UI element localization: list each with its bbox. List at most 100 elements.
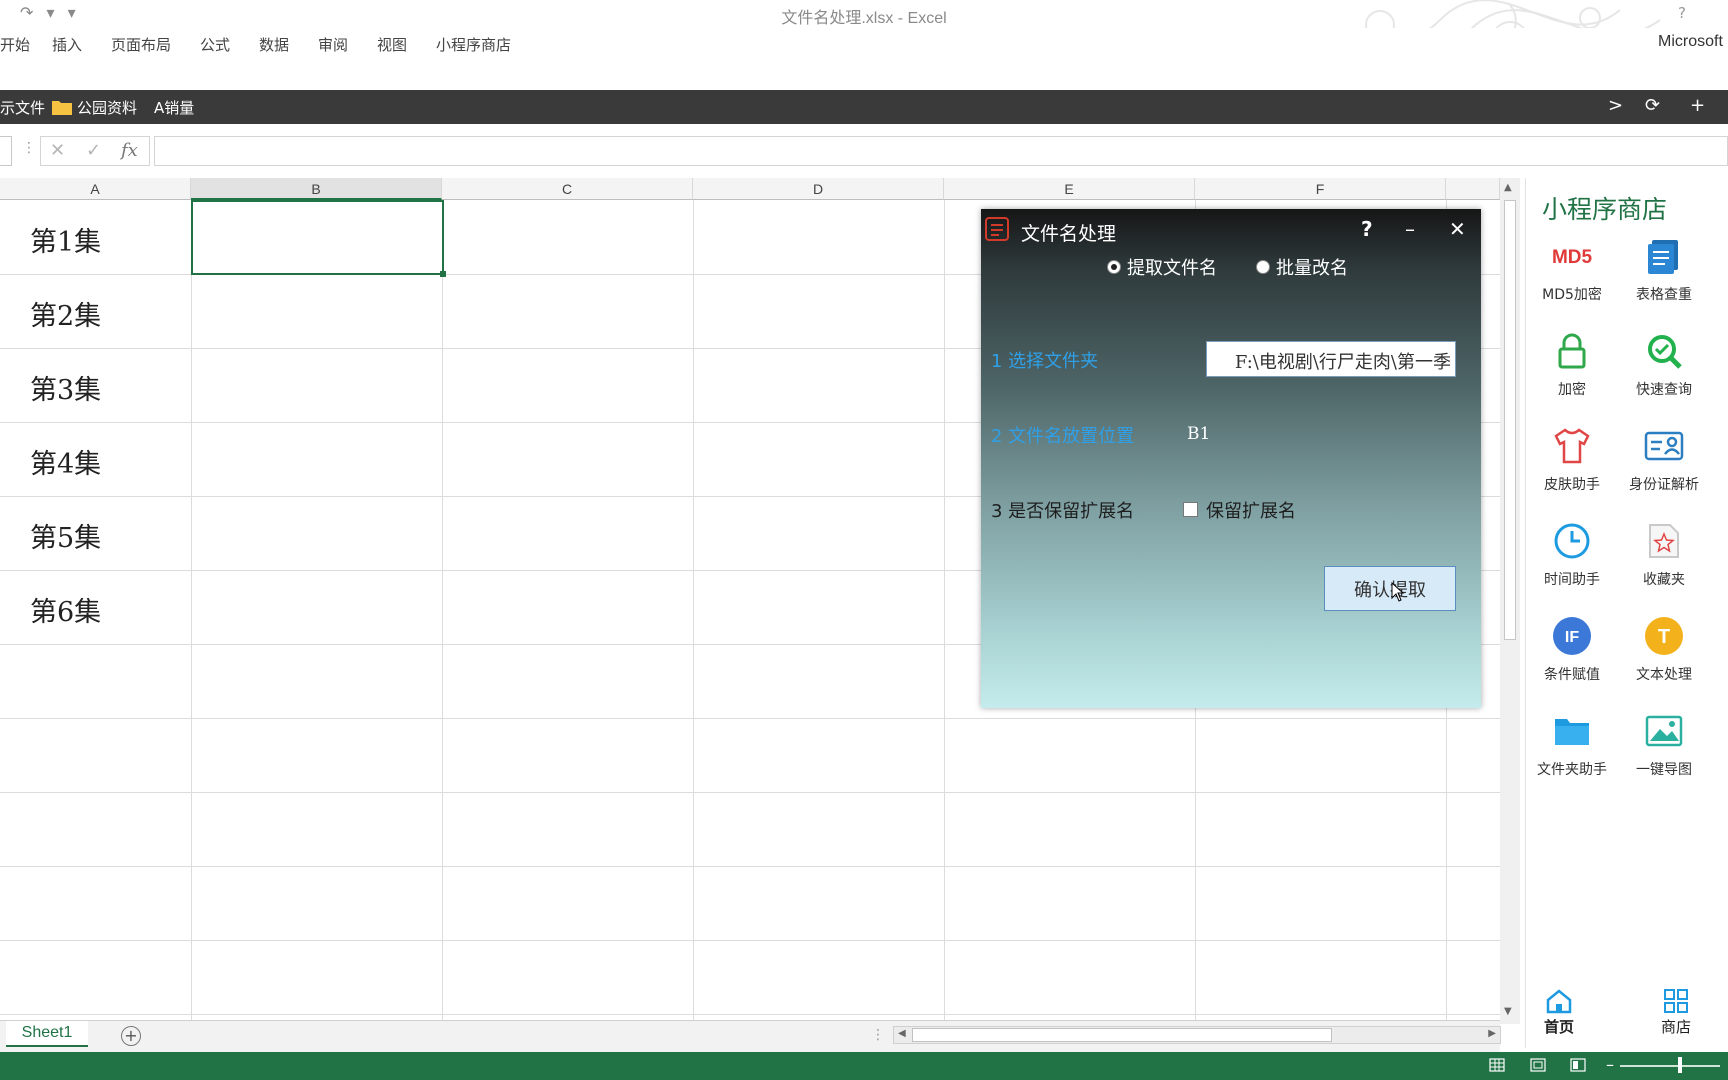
store-item-label: 表格查重 [1636,287,1692,303]
add-sheet-icon[interactable]: + [121,1026,141,1046]
home-icon [1546,989,1572,1014]
position-value[interactable]: B1 [1187,424,1210,444]
tab-home[interactable]: 开始 [0,34,30,55]
column-header-g[interactable] [1446,178,1500,200]
store-item-text-processing[interactable]: T 文本处理 [1618,616,1710,684]
normal-view-icon[interactable] [1489,1058,1505,1072]
tab-split-handle[interactable]: ⋮ [871,1027,885,1043]
store-item-label: 条件赋值 [1544,667,1600,683]
dialog-close-button[interactable]: ✕ [1449,217,1466,241]
store-item-label: 皮肤助手 [1544,477,1600,493]
grid-apps-icon [1664,989,1688,1013]
dialog-minimize-button[interactable]: – [1405,217,1415,241]
grid-line [0,940,1500,941]
tab-formulas[interactable]: 公式 [200,34,230,55]
cell-a4[interactable]: 第4集 [30,442,101,481]
cell-a5[interactable]: 第5集 [30,516,101,555]
formula-bar-grip[interactable]: ⋮ [22,140,36,156]
horizontal-scrollbar[interactable]: ◀ ▶ [893,1026,1501,1044]
column-header-d[interactable]: D [693,178,944,200]
md5-glyph: MD5 [1552,247,1592,268]
radio-extract-label: 提取文件名 [1127,258,1217,279]
store-item-favorites[interactable]: 收藏夹 [1618,521,1710,589]
md5-icon: MD5 [1552,247,1592,268]
store-item-id-parser[interactable]: 身份证解析 [1618,426,1710,494]
column-header-a[interactable]: A [0,178,191,200]
next-tab-icon[interactable]: > [1608,95,1623,116]
zoom-out-icon[interactable]: – [1606,1055,1614,1074]
vertical-scrollbar[interactable]: ▲ ▼ [1500,178,1520,1024]
vertical-scroll-thumb[interactable] [1504,200,1516,640]
scroll-down-icon[interactable]: ▼ [1504,1006,1512,1017]
cell-a2[interactable]: 第2集 [30,294,101,333]
store-item-md5[interactable]: MD5 MD5加密 [1526,236,1618,304]
store-item-folder-helper[interactable]: 文件夹助手 [1526,711,1618,779]
radio-rename-indicator[interactable] [1256,260,1270,274]
tab-review[interactable]: 审阅 [318,34,348,55]
sheet-tab-sheet1[interactable]: Sheet1 [6,1021,88,1047]
keep-extension-label[interactable]: 保留扩展名 [1206,497,1296,523]
store-item-conditional-assign[interactable]: IF 条件赋值 [1526,616,1618,684]
radio-extract-indicator[interactable] [1107,260,1121,274]
keep-extension-checkbox[interactable] [1183,502,1198,517]
folder-icon [1555,719,1589,745]
title-bar: ↷ ▾ ▾ 文件名处理.xlsx - Excel ? [0,0,1728,70]
refresh-icon[interactable]: ⟳ [1645,95,1660,116]
add-tab-icon[interactable]: + [1690,95,1705,116]
sheet-tab-row: Sheet1 + ⋮ ◀ ▶ [0,1020,1501,1052]
cell-a1[interactable]: 第1集 [30,220,101,259]
store-item-skin-helper[interactable]: 皮肤助手 [1526,426,1618,494]
column-header-e[interactable]: E [944,178,1195,200]
store-item-export-image[interactable]: 一键导图 [1618,711,1710,779]
panel-store-button[interactable]: 商店 [1646,988,1706,1037]
cancel-icon[interactable]: ✕ [50,140,65,161]
column-header-c[interactable]: C [442,178,693,200]
file-tab-1[interactable]: 示文件 [0,97,45,118]
zoom-slider-knob[interactable] [1678,1057,1682,1073]
cell-a6[interactable]: 第6集 [30,590,101,629]
zoom-slider[interactable] [1620,1065,1720,1067]
help-button[interactable]: ? [1678,4,1686,22]
folder-path-input[interactable]: F:\电视剧\行尸走肉\第一季 [1206,341,1456,377]
store-item-label: 一键导图 [1636,762,1692,778]
tab-page-layout[interactable]: 页面布局 [111,34,171,55]
horizontal-scroll-thumb[interactable] [912,1028,1332,1042]
confirm-extract-button[interactable]: 确认提取 [1324,566,1456,611]
formula-input[interactable] [154,136,1728,166]
name-box[interactable] [0,136,12,166]
fill-handle[interactable] [440,271,446,277]
store-item-table-dedupe[interactable]: 表格查重 [1618,236,1710,304]
insert-function-icon[interactable]: fx [121,140,138,161]
page-layout-view-icon[interactable] [1530,1058,1546,1072]
store-item-time-helper[interactable]: 时间助手 [1526,521,1618,589]
scroll-left-icon[interactable]: ◀ [898,1028,906,1039]
dialog-help-button[interactable]: ? [1361,217,1373,241]
radio-batch-rename[interactable]: 批量改名 [1256,254,1348,280]
store-item-label: 收藏夹 [1643,572,1685,588]
scroll-up-icon[interactable]: ▲ [1504,182,1512,193]
grid-line [0,718,1500,719]
enter-icon[interactable]: ✓ [86,140,101,161]
store-item-quick-search[interactable]: 快速查询 [1618,331,1710,399]
formula-buttons: ✕ ✓ fx [40,136,150,166]
cell-a3[interactable]: 第3集 [30,368,101,407]
tab-data[interactable]: 数据 [259,34,289,55]
formula-bar: ⋮ ✕ ✓ fx [0,134,1728,170]
tab-mini-program-store[interactable]: 小程序商店 [436,34,511,55]
tab-insert[interactable]: 插入 [52,34,82,55]
account-name[interactable]: Microsoft [1658,33,1723,51]
selected-cell-b1[interactable] [191,200,444,275]
store-item-encrypt[interactable]: 加密 [1526,331,1618,399]
page-break-view-icon[interactable] [1570,1058,1586,1072]
file-tab-3[interactable]: A销量 [154,97,194,118]
panel-home-button[interactable]: 首页 [1529,988,1589,1037]
grid-line [944,200,945,1020]
scroll-right-icon[interactable]: ▶ [1488,1028,1496,1039]
column-header-b[interactable]: B [191,178,442,200]
table-dedupe-icon [1648,240,1678,274]
file-tab-2[interactable]: 公园资料 [77,97,137,118]
folder-icon [52,101,72,115]
radio-extract-filenames[interactable]: 提取文件名 [1107,254,1217,280]
tab-view[interactable]: 视图 [377,34,407,55]
column-header-f[interactable]: F [1195,178,1446,200]
